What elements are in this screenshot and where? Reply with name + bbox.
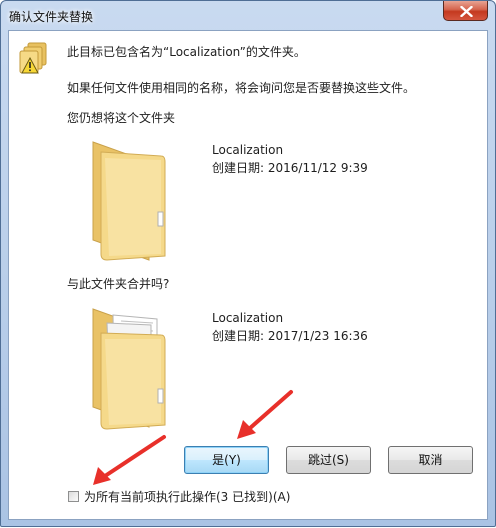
confirm-folder-replace-dialog: 确认文件夹替换 此目标已包含名为“Localization”的文件夹。 如果任何… (0, 0, 496, 527)
annotation-arrows (93, 390, 293, 485)
arrow-to-checkbox (93, 435, 166, 485)
arrow-to-yes-button (237, 390, 293, 439)
